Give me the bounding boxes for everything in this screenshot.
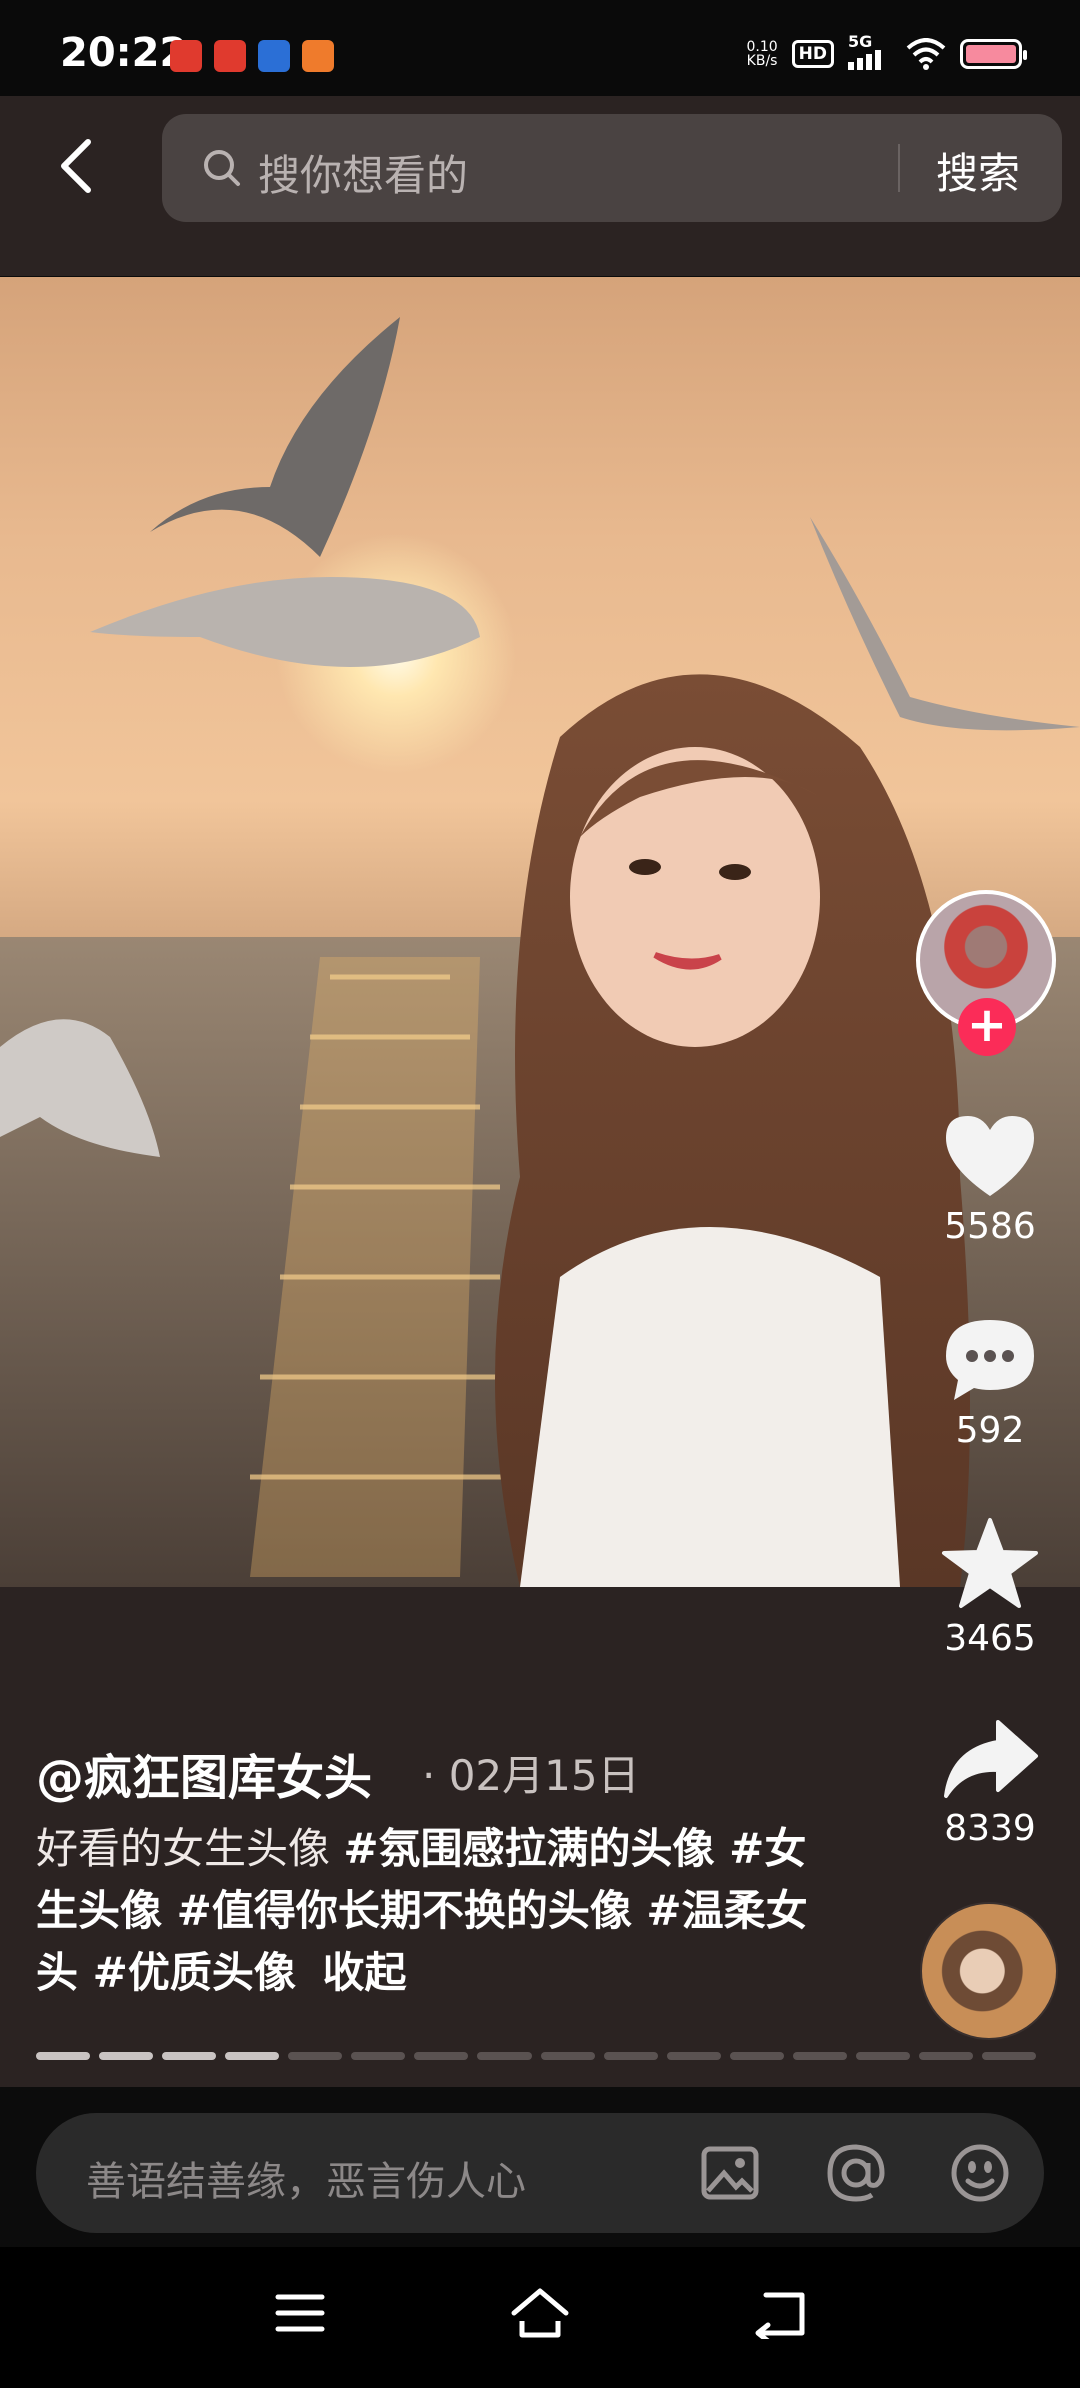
back-arrow-icon[interactable] <box>50 136 110 196</box>
app-notification-icon <box>170 40 202 72</box>
system-nav-bar <box>0 2247 1080 2388</box>
home-icon[interactable] <box>510 2287 570 2339</box>
battery-icon <box>960 39 1027 69</box>
favorite-button[interactable]: 3465 <box>900 1516 1080 1659</box>
comment-count: 592 <box>955 1410 1025 1451</box>
post-author[interactable]: @疯狂图库女头 <box>36 1738 372 1808</box>
image-progress <box>36 2052 1036 2060</box>
share-icon <box>944 1720 1038 1798</box>
progress-segment <box>288 2052 343 2060</box>
progress-segment <box>729 2052 784 2060</box>
search-input[interactable]: 搜你想看的 <box>258 142 468 203</box>
progress-segment <box>162 2052 217 2060</box>
search-button[interactable]: 搜索 <box>936 140 1020 201</box>
screen: 20:22 0.10 KB/s HD 5G 搜你想看的 搜索 + 5586 59… <box>0 0 1080 2388</box>
progress-segment <box>603 2052 658 2060</box>
progress-segment <box>918 2052 973 2060</box>
network-speed: 0.10 KB/s <box>746 39 778 69</box>
progress-segment <box>540 2052 595 2060</box>
progress-segment <box>225 2052 280 2060</box>
status-indicators: 0.10 KB/s HD 5G <box>746 32 1027 70</box>
comment-bar: 善语结善缘，恶言伤人心 <box>0 2087 1080 2247</box>
share-count: 8339 <box>944 1808 1036 1849</box>
heart-icon <box>946 1116 1034 1196</box>
app-notification-icon <box>214 40 246 72</box>
comment-input[interactable]: 善语结善缘，恶言伤人心 <box>36 2113 1044 2233</box>
status-time: 20:22 <box>60 30 188 76</box>
mention-icon[interactable] <box>824 2141 888 2205</box>
progress-segment <box>414 2052 469 2060</box>
post-description: 好看的女生头像 #氛围感拉满的头像 #女生头像 #值得你长期不换的头像 #温柔女… <box>36 1824 808 1997</box>
music-disc[interactable] <box>920 1902 1058 2040</box>
hd-icon: HD <box>791 40 834 68</box>
progress-segment <box>99 2052 154 2060</box>
back-icon[interactable] <box>752 2287 808 2339</box>
like-button[interactable]: 5586 <box>900 1110 1080 1247</box>
emoji-icon[interactable] <box>948 2141 1012 2205</box>
image-icon[interactable] <box>698 2141 762 2205</box>
progress-segment <box>981 2052 1036 2060</box>
progress-segment <box>855 2052 910 2060</box>
signal-icon: 5G <box>848 32 892 70</box>
search-icon <box>204 150 240 186</box>
progress-segment <box>351 2052 406 2060</box>
follow-button[interactable]: + <box>958 998 1016 1056</box>
progress-segment <box>792 2052 847 2060</box>
favorite-count: 3465 <box>944 1618 1036 1659</box>
menu-icon[interactable] <box>274 2287 326 2339</box>
progress-segment <box>666 2052 721 2060</box>
comment-icon <box>946 1320 1034 1400</box>
wifi-icon <box>906 38 946 70</box>
comment-button[interactable]: 592 <box>900 1314 1080 1451</box>
notification-icons <box>170 40 334 72</box>
star-icon <box>942 1518 1038 1608</box>
progress-segment <box>477 2052 532 2060</box>
search-divider <box>898 144 900 192</box>
status-bar: 20:22 0.10 KB/s HD 5G <box>0 0 1080 96</box>
search-bar[interactable]: 搜你想看的 搜索 <box>162 114 1062 222</box>
app-notification-icon <box>258 40 290 72</box>
app-notification-icon <box>302 40 334 72</box>
top-bar: 搜你想看的 搜索 <box>0 96 1080 276</box>
progress-segment <box>36 2052 91 2060</box>
collapse-button[interactable]: 收起 <box>323 1948 407 1997</box>
comment-placeholder: 善语结善缘，恶言伤人心 <box>86 2159 526 2205</box>
share-button[interactable]: 8339 <box>900 1716 1080 1849</box>
like-count: 5586 <box>944 1206 1036 1247</box>
post-date: · 02月15日 <box>422 1751 640 1800</box>
